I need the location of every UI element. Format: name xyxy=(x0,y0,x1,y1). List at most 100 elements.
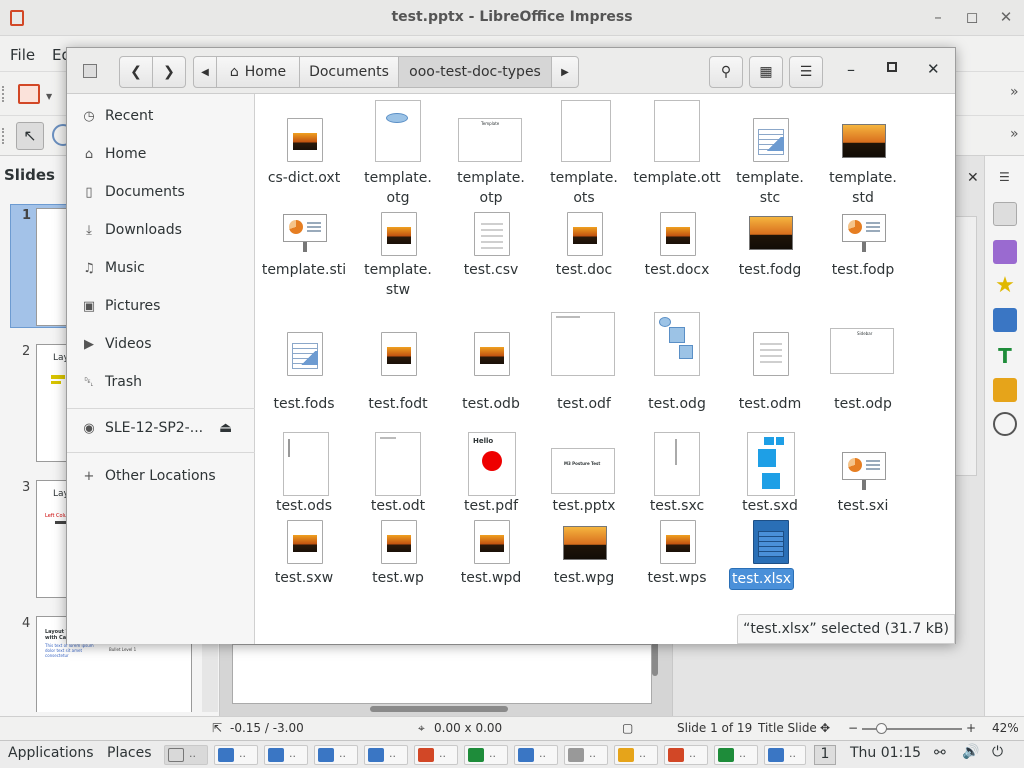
volume-icon[interactable]: 🔊 xyxy=(962,744,979,760)
applications-menu[interactable]: Applications xyxy=(8,745,94,761)
places-menu[interactable]: Places xyxy=(107,745,152,761)
file-test-fodp[interactable]: test.fodp xyxy=(816,212,910,304)
eject-icon[interactable]: ⏏ xyxy=(219,420,232,436)
dropdown-arrow-icon[interactable]: ▼ xyxy=(46,92,52,101)
clock[interactable]: Thu 01:15 xyxy=(850,745,921,761)
zoom-slider-knob[interactable] xyxy=(876,723,887,734)
close-icon[interactable]: ✕ xyxy=(996,8,1016,26)
path-scroll-right[interactable]: ▶ xyxy=(551,56,579,88)
slide-canvas[interactable] xyxy=(232,644,652,704)
new-slide-icon[interactable] xyxy=(18,84,40,104)
task-pptx-2[interactable]: .. xyxy=(664,745,708,765)
properties-icon[interactable] xyxy=(993,202,1017,226)
file-test-wp[interactable]: test.wp xyxy=(351,520,445,590)
file-test-odp[interactable]: Sidebar test.odp xyxy=(816,324,910,420)
file-test-fodg[interactable]: test.fodg xyxy=(723,212,817,304)
place-pictures[interactable]: ▣ Pictures xyxy=(67,288,255,324)
minimize-icon[interactable]: – xyxy=(928,8,948,26)
task-doc-2[interactable]: .. xyxy=(764,745,806,765)
select-tool-icon[interactable]: ↖ xyxy=(16,122,44,150)
place-downloads[interactable]: ⤓ Downloads xyxy=(67,212,255,248)
file-test-sxc[interactable]: test.sxc xyxy=(630,430,724,520)
dialog-close-icon[interactable]: ✕ xyxy=(927,60,940,78)
dialog-maximize-icon[interactable] xyxy=(887,62,897,72)
file-test-odt[interactable]: test.odt xyxy=(351,430,445,520)
file-test-fodt[interactable]: test.fodt xyxy=(351,324,445,420)
place-home[interactable]: ⌂ Home xyxy=(67,136,255,172)
file-test-wps[interactable]: test.wps xyxy=(630,520,724,590)
forward-button[interactable]: ❯ xyxy=(152,56,186,88)
file-test-odm[interactable]: test.odm xyxy=(723,324,817,420)
task-image[interactable]: .. xyxy=(614,745,658,765)
file-test-sxw[interactable]: test.sxw xyxy=(257,520,351,590)
file-template-otp[interactable]: Template template. otp xyxy=(444,98,538,210)
path-home[interactable]: ⌂ Home xyxy=(216,56,300,88)
path-documents[interactable]: Documents xyxy=(299,56,399,88)
overflow-icon[interactable]: » xyxy=(1010,84,1019,100)
task-draw[interactable]: .. xyxy=(564,745,608,765)
file-cs-dict-oxt[interactable]: cs-dict.oxt xyxy=(257,98,351,190)
place-music[interactable]: ♫ Music xyxy=(67,250,255,286)
task-impress-3[interactable]: .. xyxy=(314,745,358,765)
file-test-odf[interactable]: test.odf xyxy=(537,312,631,420)
sidebar-menu-icon[interactable]: ☰ xyxy=(999,170,1010,184)
view-toggle-button[interactable]: ▦ xyxy=(749,56,783,88)
zoom-level[interactable]: 42% xyxy=(992,721,1019,735)
file-test-doc[interactable]: test.doc xyxy=(537,212,631,304)
task-file-chooser[interactable]: .. xyxy=(164,745,208,765)
file-template-stw[interactable]: template. stw xyxy=(351,212,445,324)
file-test-pptx[interactable]: M3 Posture Test test.pptx xyxy=(537,430,631,520)
file-test-docx[interactable]: test.docx xyxy=(630,212,724,304)
overflow-icon-2[interactable]: » xyxy=(1010,126,1019,142)
task-doc-1[interactable]: .. xyxy=(514,745,558,765)
animation-star-icon[interactable]: ★ xyxy=(993,274,1017,298)
dialog-minimize-icon[interactable]: – xyxy=(847,60,855,79)
vertical-scrollbar[interactable] xyxy=(652,640,658,676)
zoom-in-button[interactable]: + xyxy=(966,721,976,735)
menu-button[interactable]: ☰ xyxy=(789,56,823,88)
gallery-icon[interactable] xyxy=(993,378,1017,402)
file-test-wpd[interactable]: test.wpd xyxy=(444,520,538,590)
horizontal-scrollbar[interactable] xyxy=(370,706,508,712)
navigator-icon[interactable] xyxy=(993,412,1017,436)
task-pptx[interactable]: .. xyxy=(414,745,458,765)
close-deck-icon[interactable]: ✕ xyxy=(967,170,979,186)
file-template-std[interactable]: template. std xyxy=(816,98,910,210)
back-button[interactable]: ❮ xyxy=(119,56,153,88)
file-test-ods[interactable]: test.ods xyxy=(257,430,351,520)
zoom-out-button[interactable]: − xyxy=(848,721,858,735)
search-button[interactable]: ⚲ xyxy=(709,56,743,88)
task-impress-2[interactable]: .. xyxy=(264,745,308,765)
place-other-locations[interactable]: + Other Locations xyxy=(67,458,255,494)
place-drive[interactable]: ◉ SLE-12-SP2-... ⏏ xyxy=(67,410,255,446)
file-template-sti[interactable]: template.sti xyxy=(257,212,351,304)
task-calc-2[interactable]: .. xyxy=(714,745,758,765)
file-template-otg[interactable]: template. otg xyxy=(351,98,445,210)
task-impress-1[interactable]: .. xyxy=(214,745,258,765)
place-documents[interactable]: ▯ Documents xyxy=(67,174,255,210)
file-test-odb[interactable]: test.odb xyxy=(444,324,538,420)
file-template-ott[interactable]: template.ott xyxy=(630,98,724,190)
network-icon[interactable]: ⚯ xyxy=(934,745,946,761)
path-current[interactable]: ooo-test-doc-types xyxy=(398,56,552,88)
file-test-csv[interactable]: test.csv xyxy=(444,212,538,304)
place-videos[interactable]: ▶ Videos xyxy=(67,326,255,362)
file-test-wpg[interactable]: test.wpg xyxy=(537,520,631,590)
file-test-sxi[interactable]: test.sxi xyxy=(816,430,910,520)
slide-transition-icon[interactable] xyxy=(993,240,1017,264)
master-slides-icon[interactable] xyxy=(993,308,1017,332)
power-icon[interactable]: ⏻ xyxy=(992,744,1003,760)
doc-modified-icon[interactable]: ▢ xyxy=(622,721,633,735)
place-recent[interactable]: ◷ Recent xyxy=(67,98,255,134)
workspace-switcher[interactable]: 1 xyxy=(814,745,836,765)
file-test-sxd[interactable]: test.sxd xyxy=(723,430,817,520)
styles-icon[interactable]: T xyxy=(993,344,1017,368)
file-template-stc[interactable]: template. stc xyxy=(723,98,817,210)
file-test-fods[interactable]: test.fods xyxy=(257,324,351,420)
file-test-xlsx[interactable]: test.xlsx xyxy=(723,520,817,590)
file-test-pdf[interactable]: Hello test.pdf xyxy=(444,430,538,520)
file-test-odg[interactable]: test.odg xyxy=(630,312,724,420)
menu-file[interactable]: File xyxy=(10,46,35,64)
fit-slide-icon[interactable]: ✥ xyxy=(820,721,830,735)
place-trash[interactable]: ␡ Trash xyxy=(67,364,255,400)
